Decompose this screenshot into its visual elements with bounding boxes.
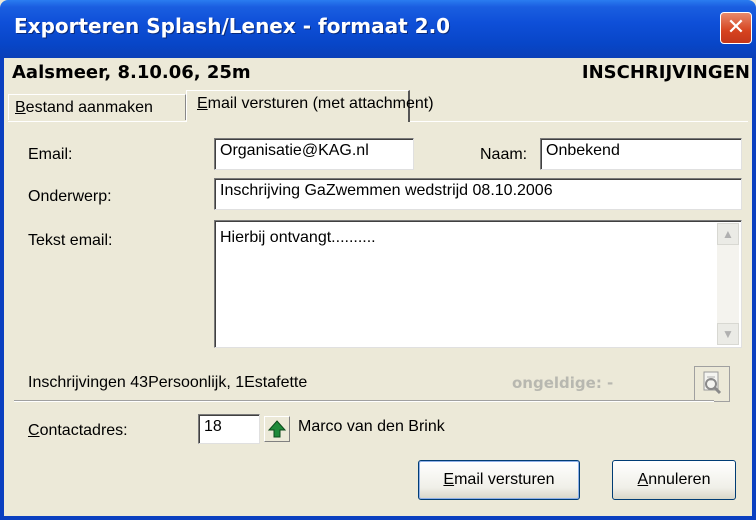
tab-email-versturen[interactable]: Email versturen (met attachment) <box>186 90 434 122</box>
contactadres-label: Contactadres: <box>28 422 128 440</box>
cancel-label: nnuleren <box>648 471 711 488</box>
text-scrollbar[interactable]: ▲ ▼ <box>717 223 739 345</box>
scroll-up-icon[interactable]: ▲ <box>717 223 739 245</box>
contact-name: Marco van den Brink <box>298 418 445 435</box>
annuleren-button[interactable]: Annuleren <box>612 460 736 500</box>
window-frame-bottom <box>0 516 756 520</box>
naam-field[interactable]: Onbekend <box>540 138 742 170</box>
window-frame-left <box>0 58 4 520</box>
separator-line <box>14 400 714 402</box>
contact-step-button[interactable] <box>264 416 290 442</box>
view-button[interactable] <box>694 366 730 402</box>
export-dialog: Exporteren Splash/Lenex - formaat 2.0 ✕ … <box>0 0 756 520</box>
close-button[interactable]: ✕ <box>720 12 752 44</box>
onderwerp-field[interactable]: Inschrijving GaZwemmen wedstrijd 08.10.2… <box>214 178 742 210</box>
email-field[interactable]: Organisatie@KAG.nl <box>214 138 414 170</box>
tekst-email-field[interactable]: Hierbij ontvangt.......... ▲ ▼ <box>214 220 742 348</box>
tab-hotkey: E <box>197 95 208 112</box>
contact-number-field[interactable]: 18 <box>198 414 260 444</box>
contact-label-text: ontactadres: <box>39 422 128 439</box>
send-label: mail versturen <box>454 471 555 488</box>
email-label: Email: <box>28 146 73 163</box>
send-hotkey: E <box>443 471 455 488</box>
close-icon: ✕ <box>726 15 746 40</box>
email-versturen-button[interactable]: Email versturen <box>418 460 580 500</box>
inschrijvingen-summary: Inschrijvingen 43Persoonlijk, 1Estafette <box>28 374 308 391</box>
onderwerp-label: Onderwerp: <box>28 188 112 205</box>
tab-label: mail versturen (met attachment) <box>207 95 434 112</box>
naam-label: Naam: <box>480 146 528 163</box>
title-bar[interactable]: Exporteren Splash/Lenex - formaat 2.0 ✕ <box>0 0 756 58</box>
scroll-down-icon[interactable]: ▼ <box>717 323 739 345</box>
meet-info: Aalsmeer, 8.10.06, 25m <box>12 62 251 83</box>
tekst-email-text: Hierbij ontvangt.......... <box>220 229 376 246</box>
tab-bestand-aanmaken[interactable]: Bestand aanmaken <box>8 94 186 120</box>
window-frame-right <box>752 58 756 520</box>
magnifier-document-icon <box>703 371 722 395</box>
window-title: Exporteren Splash/Lenex - formaat 2.0 <box>14 14 451 38</box>
green-up-arrow-icon <box>267 420 287 438</box>
tekst-email-label: Tekst email: <box>28 232 113 249</box>
ongeldige-count: ongeldige: - <box>512 374 614 392</box>
contact-hotkey: C <box>28 422 40 439</box>
cancel-hotkey: A <box>637 471 649 488</box>
section-title: INSCHRIJVINGEN <box>581 62 750 83</box>
tab-hotkey: B <box>15 99 26 116</box>
tab-label: estand aanmaken <box>25 99 153 116</box>
